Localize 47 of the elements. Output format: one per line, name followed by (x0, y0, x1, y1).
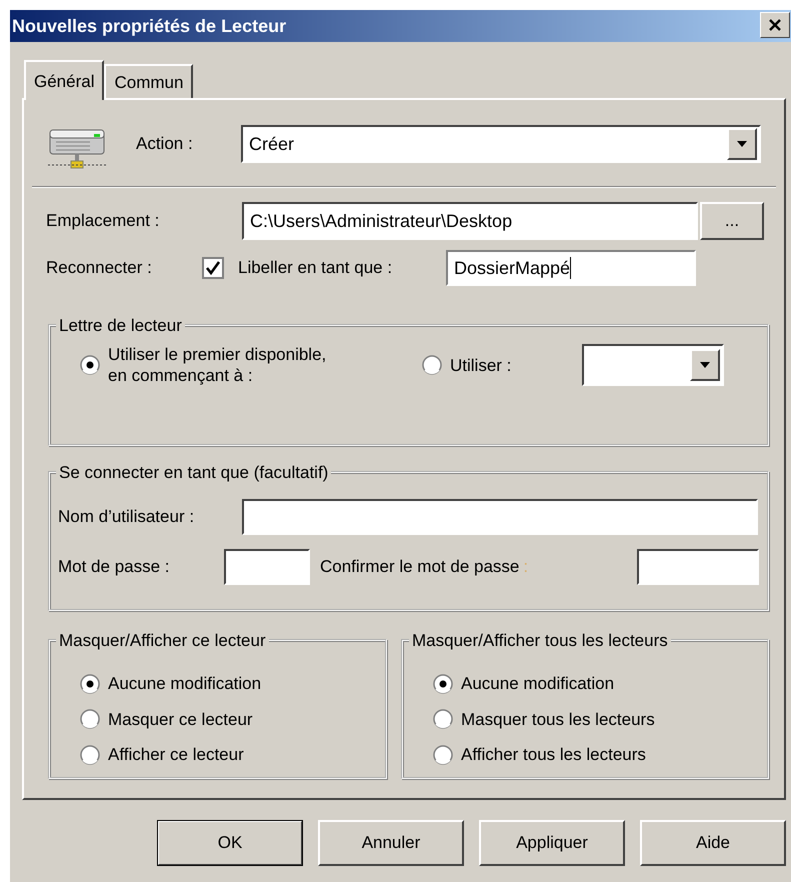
close-icon (768, 18, 782, 32)
dialog-button[interactable]: OK (157, 820, 303, 866)
radio-button[interactable] (80, 674, 100, 694)
radio-button[interactable] (422, 355, 442, 376)
field-label: Mot de passe : (58, 556, 171, 578)
option-label: Aucune modification (461, 673, 614, 695)
dialog-button[interactable]: Aide (640, 820, 786, 866)
username-field[interactable] (242, 499, 758, 535)
option-label: Afficher ce lecteur (108, 744, 244, 766)
caret-icon (699, 361, 711, 370)
radio-button[interactable] (433, 744, 453, 765)
radio-button[interactable] (433, 674, 453, 694)
radio-button[interactable] (433, 709, 453, 730)
option-label: Masquer ce lecteur (108, 708, 253, 730)
path-field[interactable]: C:\Users\Administrateur\Desktop (242, 202, 698, 240)
field-label: Confirmer le mot de passe (320, 556, 520, 578)
option-label: Aucune modification (108, 673, 262, 695)
option-label: Utiliser : (450, 354, 512, 376)
drive-letter-dropdown[interactable] (582, 344, 724, 386)
colon-mark: : (523, 556, 528, 578)
dialog-button[interactable]: Appliquer (479, 820, 625, 866)
tab[interactable]: Commun (104, 64, 194, 98)
action-dropdown[interactable]: Créer (241, 125, 761, 163)
option-label: Masquer tous les lecteurs (461, 708, 655, 730)
field-label: Emplacement : (46, 210, 160, 232)
tab[interactable]: Général (24, 60, 104, 100)
field-label: Action : (136, 133, 194, 156)
radio-button[interactable] (80, 355, 100, 376)
field-label: Reconnecter : (46, 257, 153, 280)
selected-value: Créer (249, 132, 294, 156)
option-label: Afficher tous les lecteurs (461, 744, 646, 766)
label-field[interactable]: DossierMappé (446, 250, 696, 286)
option-label: Utiliser le premier disponible, en commençant à : (108, 344, 326, 386)
checkbox[interactable] (202, 257, 224, 279)
radio-button[interactable] (80, 744, 100, 765)
field-label: Nom d’utilisateur : (58, 506, 196, 528)
window-title: Nouvelles propriétés de Lecteur (12, 14, 286, 38)
dropdown-button[interactable] (727, 128, 757, 160)
dropdown-button[interactable] (690, 349, 720, 382)
confirm-password-field[interactable] (637, 549, 759, 585)
dialog-button[interactable]: Annuler (318, 820, 464, 866)
field-label: Libeller en tant que : (238, 257, 394, 280)
radio-button[interactable] (80, 709, 100, 730)
caret-icon (736, 140, 748, 148)
password-field[interactable] (224, 549, 310, 585)
close-button[interactable] (760, 12, 790, 38)
browse-button[interactable]: ... (700, 202, 764, 240)
